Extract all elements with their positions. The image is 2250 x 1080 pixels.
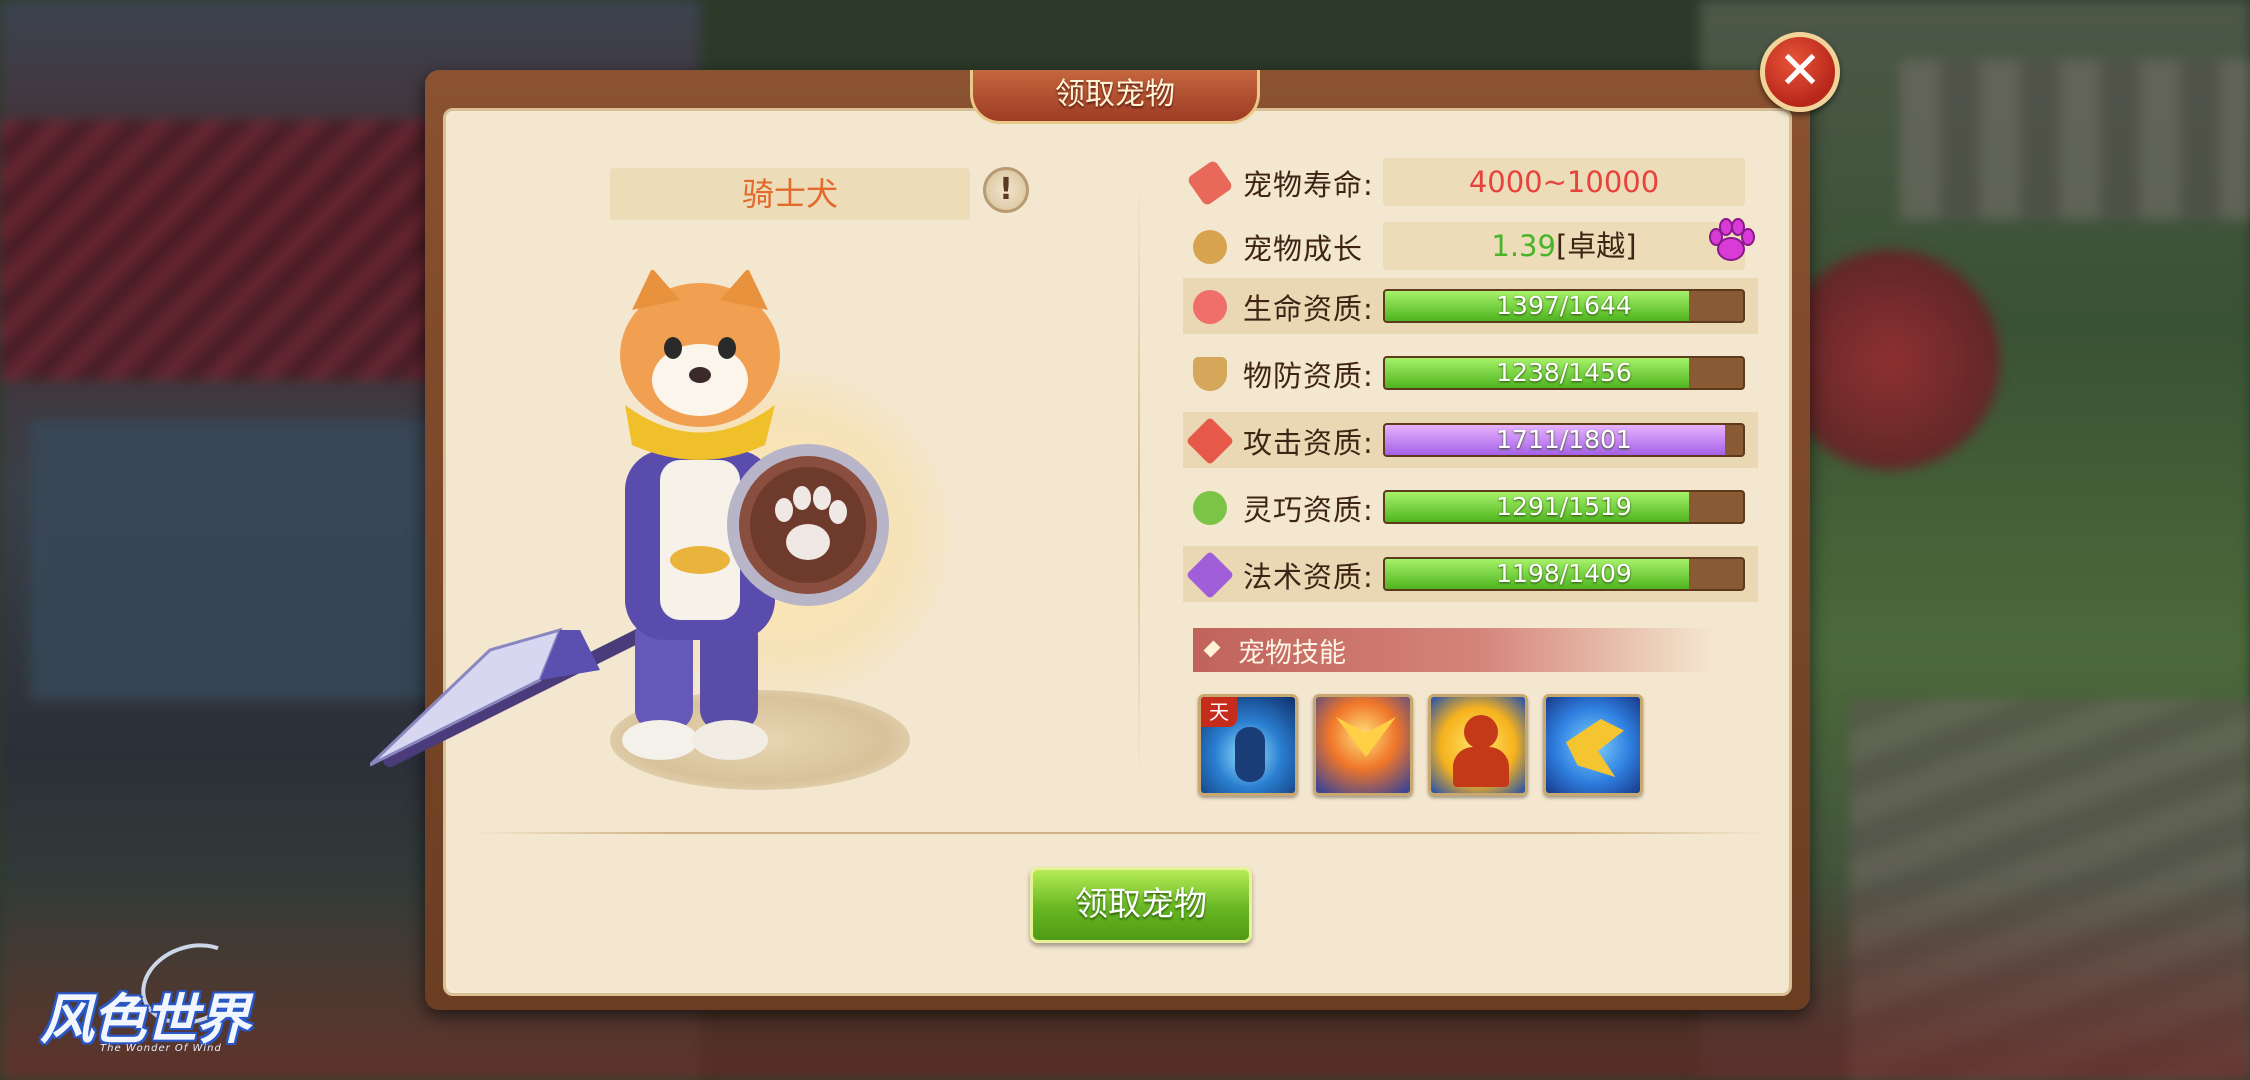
vertical-divider (1138, 180, 1140, 780)
pet-portrait (370, 270, 1010, 810)
skills-header: 宠物技能 (1193, 628, 1713, 672)
sword-icon (1185, 416, 1235, 466)
growth-rank: [卓越] (1555, 229, 1637, 263)
aptitude-label: 攻击资质: (1243, 426, 1374, 460)
skills-header-label: 宠物技能 (1238, 638, 1346, 669)
aptitude-value: 1291/1519 (1496, 492, 1632, 521)
power-figure-body (1453, 747, 1509, 787)
logo-subtitle: The Wonder Of Wind (100, 1043, 222, 1054)
growth-value-box: 1.39[卓越] (1383, 222, 1745, 270)
dialog-title-tab: 领取宠物 (970, 70, 1260, 124)
stat-row-growth: 宠物成长 1.39[卓越] (1183, 218, 1758, 274)
stat-row-hp-aptitude: 生命资质: 1397/1644 (1183, 278, 1758, 334)
heart-icon (1193, 290, 1227, 324)
aptitude-label: 法术资质: (1243, 560, 1374, 594)
close-icon: ✕ (1778, 41, 1822, 101)
lifespan-label: 宠物寿命: (1243, 168, 1374, 202)
aptitude-bar: 1198/1409 (1383, 557, 1745, 591)
aptitude-bar: 1711/1801 (1383, 423, 1745, 457)
skill-innate-tag: 天 (1201, 697, 1237, 727)
magic-star-icon (1185, 550, 1235, 600)
stat-row-lifespan: 宠物寿命: 4000~10000 (1183, 154, 1758, 210)
exclamation-icon: ! (999, 172, 1013, 207)
spirit-skill-icon (1235, 727, 1265, 782)
aptitude-bar: 1397/1644 (1383, 289, 1745, 323)
paw-print-icon (1193, 230, 1227, 264)
phoenix-skill-icon (1336, 717, 1396, 757)
aptitude-value: 1711/1801 (1496, 425, 1632, 454)
close-button[interactable]: ✕ (1760, 32, 1840, 112)
tag-icon (1186, 159, 1234, 207)
skill-slot-power[interactable] (1428, 694, 1528, 796)
aptitude-bar: 1291/1519 (1383, 490, 1745, 524)
power-skill-icon (1464, 715, 1498, 749)
aptitude-label: 生命资质: (1243, 292, 1374, 326)
stat-row-magic-aptitude: 法术资质: 1198/1409 (1183, 546, 1758, 602)
game-logo: 风色世界 The Wonder Of Wind (30, 929, 260, 1065)
stat-row-agility-aptitude: 灵巧资质: 1291/1519 (1183, 479, 1758, 535)
stat-row-defense-aptitude: 物防资质: 1238/1456 (1183, 345, 1758, 401)
claim-pet-button[interactable]: 领取宠物 (1030, 867, 1252, 943)
skill-slot-strike[interactable] (1543, 694, 1643, 796)
growth-rank-paw-icon (1709, 218, 1755, 261)
diamond-bullet-icon (1203, 640, 1221, 658)
pet-info-button[interactable]: ! (983, 167, 1029, 213)
shield-icon (1193, 357, 1227, 391)
dialog-title: 领取宠物 (1055, 77, 1175, 112)
aptitude-value: 1238/1456 (1496, 358, 1632, 387)
knight-dog-figure (370, 270, 889, 767)
agility-icon (1193, 491, 1227, 525)
strike-skill-icon (1566, 719, 1624, 777)
lifespan-value: 4000~10000 (1383, 158, 1745, 206)
horizontal-divider (470, 832, 1770, 834)
aptitude-value: 1198/1409 (1496, 559, 1632, 588)
aptitude-bar: 1238/1456 (1383, 356, 1745, 390)
skill-slot-spirit[interactable]: 天 (1198, 694, 1298, 796)
pet-name: 骑士犬 (610, 168, 970, 220)
aptitude-label: 物防资质: (1243, 359, 1374, 393)
stat-row-attack-aptitude: 攻击资质: 1711/1801 (1183, 412, 1758, 468)
aptitude-label: 灵巧资质: (1243, 493, 1374, 527)
aptitude-value: 1397/1644 (1496, 291, 1632, 320)
skill-slot-phoenix[interactable] (1313, 694, 1413, 796)
growth-label: 宠物成长 (1243, 232, 1364, 266)
growth-value: 1.39 (1491, 229, 1556, 263)
